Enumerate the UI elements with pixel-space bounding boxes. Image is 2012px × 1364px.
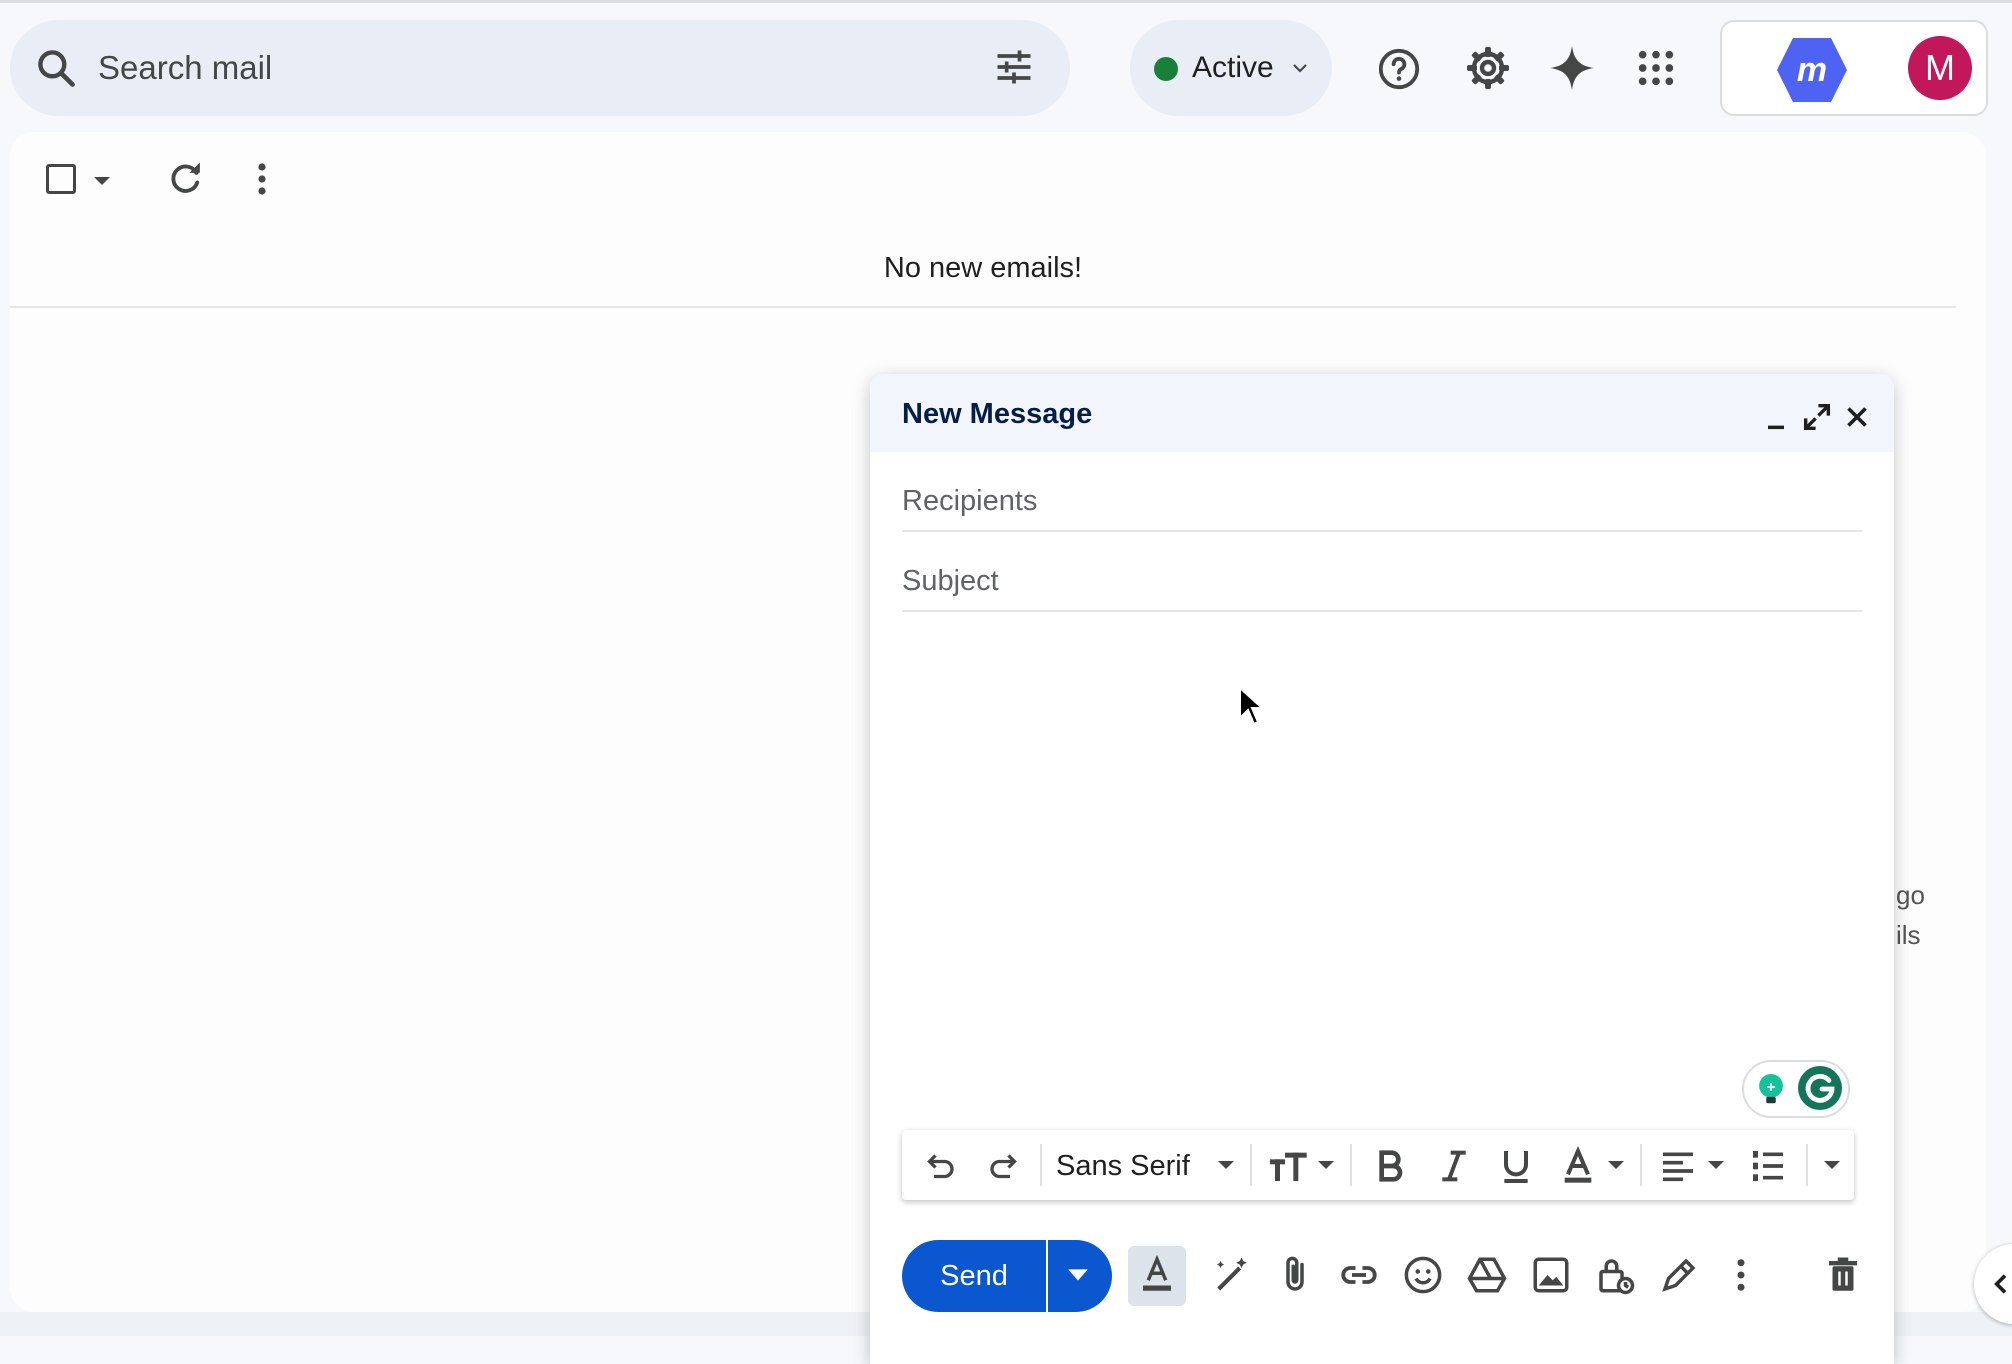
close-icon[interactable] [1840,400,1874,434]
empty-inbox-message: No new emails! [883,252,1083,284]
more-formatting-caret-icon[interactable] [1822,1158,1842,1172]
filter-icon[interactable] [992,45,1036,89]
separator [1640,1144,1642,1186]
confidential-mode-icon[interactable] [1594,1254,1636,1296]
caret-down-icon[interactable] [1706,1158,1726,1172]
help-icon[interactable] [1376,46,1422,92]
apps-grid-icon[interactable] [1636,48,1676,88]
divider [10,306,1956,308]
search-input[interactable]: Search mail [98,44,272,92]
gear-icon[interactable] [1464,44,1512,92]
gemini-spark-icon[interactable] [1548,44,1596,92]
magic-pen-icon[interactable] [1210,1254,1252,1296]
chevron-down-icon [1288,56,1312,80]
mouse-cursor-icon [1238,686,1266,726]
search-icon[interactable] [34,46,78,90]
underline-icon[interactable] [1496,1146,1536,1186]
link-icon[interactable] [1338,1254,1380,1296]
separator [1350,1144,1352,1186]
bold-icon[interactable] [1370,1146,1410,1186]
refresh-icon[interactable] [164,158,206,200]
redo-icon[interactable] [986,1148,1022,1184]
extension-logo-icon[interactable]: m [1775,36,1849,104]
undo-icon[interactable] [922,1148,958,1184]
side-panel-toggle[interactable] [1974,1244,2012,1324]
grammarly-icon[interactable] [1796,1064,1844,1112]
text-color-icon[interactable] [1558,1146,1598,1186]
photo-icon[interactable] [1530,1254,1572,1296]
clipped-text: ils [1896,920,1921,950]
avatar[interactable]: M [1908,36,1972,100]
subject-field[interactable] [902,552,1862,612]
top-border [0,0,2012,3]
compose-title: New Message [902,398,1093,430]
emoji-icon[interactable] [1402,1254,1444,1296]
drive-icon[interactable] [1466,1254,1508,1296]
caret-down-icon[interactable] [1316,1158,1336,1172]
caret-down-icon[interactable] [92,174,112,188]
expand-icon[interactable] [1800,400,1834,434]
more-options-icon[interactable] [1720,1254,1762,1296]
svg-text:+: + [1766,1079,1775,1096]
minimize-icon[interactable] [1760,402,1792,434]
separator [1040,1144,1042,1186]
align-icon[interactable] [1658,1146,1698,1186]
numbered-list-icon[interactable] [1748,1146,1788,1186]
recipients-field[interactable] [902,472,1862,532]
font-size-icon[interactable] [1268,1146,1312,1186]
format-text-icon[interactable] [1136,1254,1178,1296]
signature-icon[interactable] [1658,1254,1700,1296]
svg-text:m: m [1797,51,1827,89]
caret-down-icon[interactable] [1216,1158,1236,1172]
font-family-select[interactable]: Sans Serif [1056,1148,1190,1184]
trash-icon[interactable] [1822,1254,1864,1296]
select-all-checkbox[interactable] [46,164,76,194]
send-button[interactable]: Send [902,1240,1046,1312]
caret-down-icon[interactable] [1606,1158,1626,1172]
status-dot [1154,57,1178,81]
clipped-text: go [1896,880,1925,910]
separator [1250,1144,1252,1186]
more-vert-icon[interactable] [244,158,280,200]
italic-icon[interactable] [1434,1146,1474,1186]
attach-icon[interactable] [1274,1254,1316,1296]
status-label: Active [1192,51,1274,84]
lightbulb-icon[interactable]: + [1752,1070,1790,1108]
separator [1806,1144,1808,1186]
